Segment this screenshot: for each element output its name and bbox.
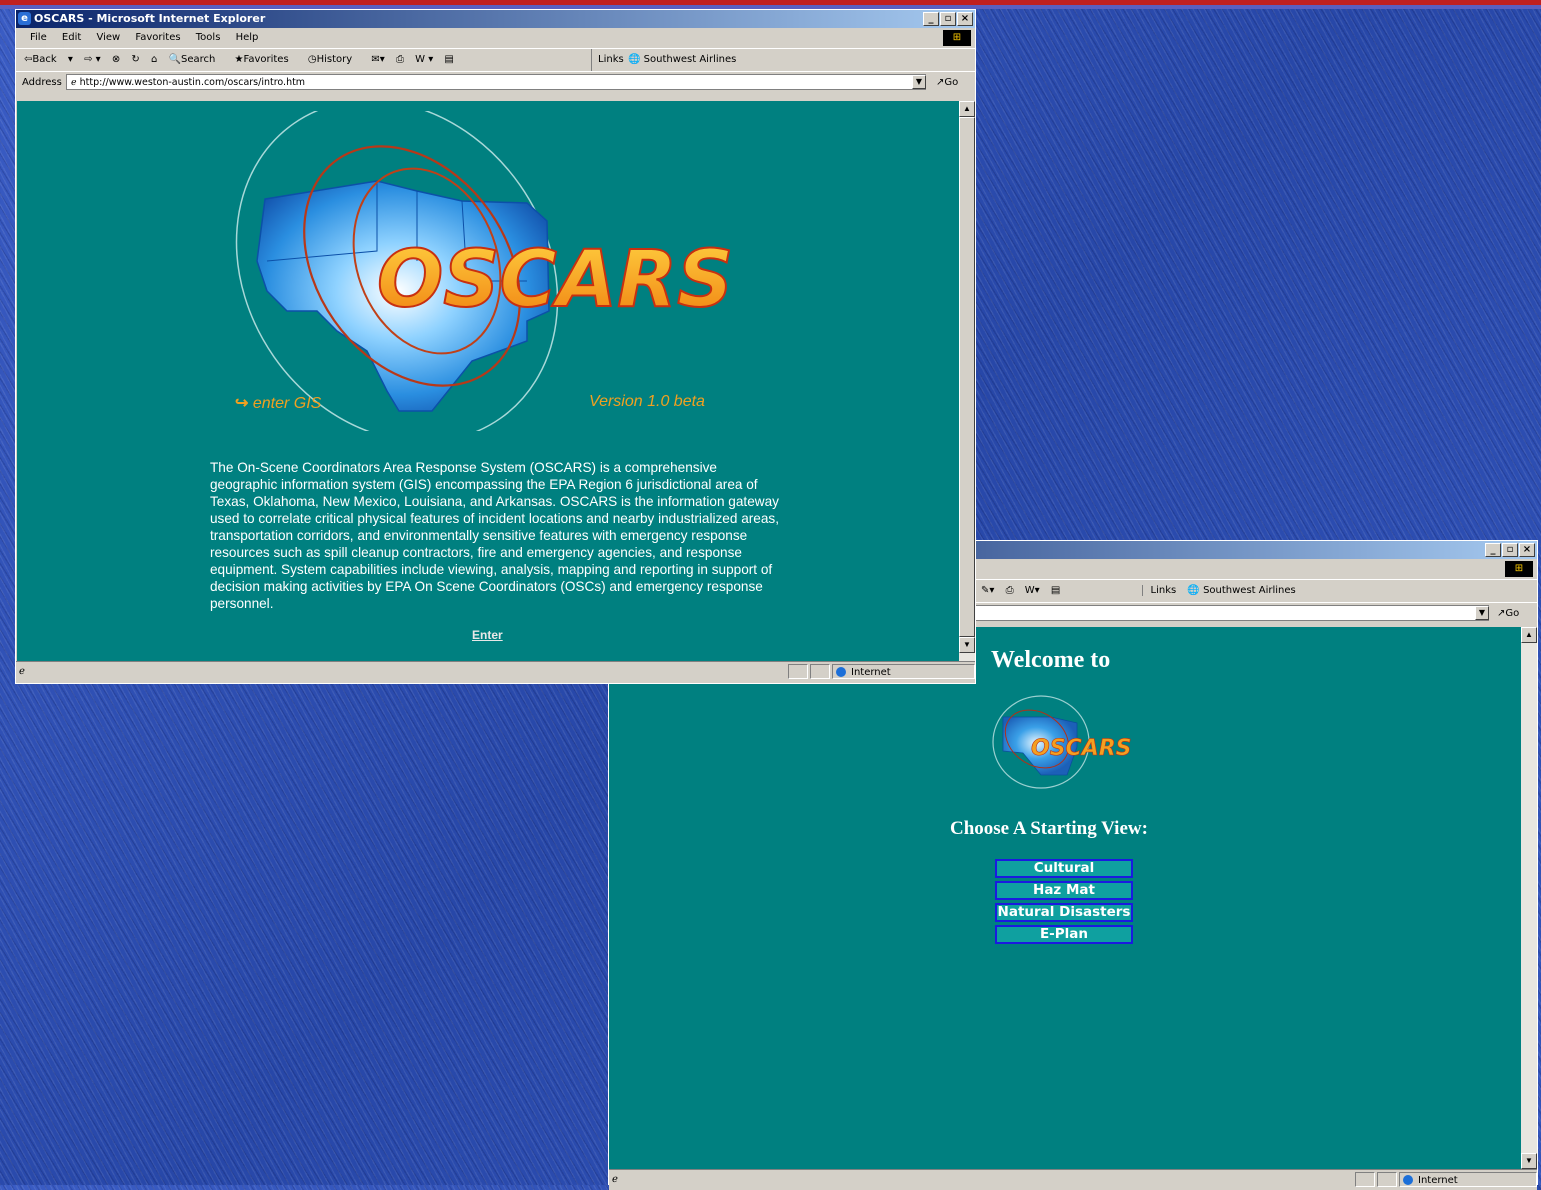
small-logo-text: OSCARS	[1031, 736, 1132, 761]
address-label: Address	[22, 77, 62, 88]
forward-button[interactable]: ⇨ ▾	[84, 54, 101, 65]
links-label: Links	[591, 49, 624, 71]
discuss-icon[interactable]: ▤	[444, 54, 453, 65]
globe-icon	[1403, 1175, 1413, 1185]
ie-icon: e	[18, 12, 31, 25]
view-button-natural-disasters[interactable]: Natural Disasters	[995, 903, 1133, 922]
description-text: The On-Scene Coordinators Area Response …	[210, 460, 779, 611]
oscars-logo: OSCARS	[235, 111, 734, 431]
maximize-button[interactable]: ▫	[1502, 543, 1518, 557]
search-label: Search	[180, 54, 216, 65]
window1-controls: _ ▫ ×	[922, 12, 973, 26]
window1-toolbar: ⇦Back ▾ ⇨ ▾ ⊗ ↻ ⌂ 🔍Search ★Favorites ◷Hi…	[16, 49, 975, 72]
favorites-button[interactable]: ★Favorites	[235, 54, 297, 65]
refresh-icon[interactable]: ↻	[131, 54, 139, 65]
status-cell	[788, 664, 808, 679]
browser-window-intro: e OSCARS - Microsoft Internet Explorer _…	[15, 9, 976, 684]
oscars-small-logo: OSCARS	[992, 695, 1132, 789]
window-title: OSCARS - Microsoft Internet Explorer	[34, 12, 266, 25]
close-button[interactable]: ×	[1519, 543, 1535, 557]
window1-menubar: File Edit View Favorites Tools Help ⊞	[16, 28, 975, 49]
status-zone-label: Internet	[851, 667, 891, 678]
scroll-thumb[interactable]	[959, 117, 975, 637]
menu-favorites[interactable]: Favorites	[135, 32, 180, 43]
back-label: Back	[32, 54, 57, 65]
window2-statusbar: ℯ Internet	[609, 1169, 1537, 1190]
southwest-link-label: Southwest Airlines	[643, 54, 737, 65]
address-dropdown-button[interactable]: ▼	[912, 75, 926, 89]
close-button[interactable]: ×	[957, 12, 973, 26]
window1-titlebar[interactable]: e OSCARS - Microsoft Internet Explorer _…	[16, 10, 975, 28]
view-button-cultural[interactable]: Cultural	[995, 859, 1133, 878]
windows-logo-icon: ⊞	[1505, 561, 1533, 577]
go-label: Go	[944, 77, 959, 88]
menu-tools[interactable]: Tools	[196, 32, 221, 43]
history-button[interactable]: ◷History	[308, 54, 360, 65]
scroll-up-button[interactable]: ▲	[959, 101, 975, 117]
minimize-button[interactable]: _	[923, 12, 939, 26]
enter-link[interactable]: Enter	[472, 628, 503, 642]
maximize-button[interactable]: ▫	[940, 12, 956, 26]
discuss-icon[interactable]: ▤	[1051, 585, 1060, 596]
links-label: Links	[1141, 585, 1177, 596]
arrow-right-icon: ↪	[235, 395, 253, 412]
word-icon[interactable]: W▾	[1025, 585, 1040, 596]
welcome-heading: Welcome to	[991, 647, 1111, 673]
stop-icon[interactable]: ⊗	[112, 54, 120, 65]
window1-content: OSCARS ↪ enter GIS Version 1.0 beta The …	[17, 101, 959, 661]
windows-logo-icon: ⊞	[943, 30, 971, 46]
home-icon[interactable]: ⌂	[151, 54, 157, 65]
favorites-label: Favorites	[243, 54, 289, 65]
view-button-e-plan[interactable]: E-Plan	[995, 925, 1133, 944]
scroll-down-button[interactable]: ▼	[959, 637, 975, 653]
enter-gis-label: enter GIS	[252, 395, 322, 412]
window1-scrollbar[interactable]: ▲ ▼	[959, 101, 975, 661]
go-button[interactable]: ↗Go	[1497, 603, 1519, 625]
back-button[interactable]: ⇦Back ▾	[24, 54, 73, 65]
menu-edit[interactable]: Edit	[62, 32, 81, 43]
scroll-up-button[interactable]: ▲	[1521, 627, 1537, 643]
status-zone: Internet	[832, 664, 975, 679]
address-input[interactable]: ℯ http://www.weston-austin.com/oscars/in…	[66, 74, 926, 90]
page-icon: ℯ	[19, 666, 25, 677]
edit-icon[interactable]: ✎▾	[981, 585, 994, 596]
enter-gis-link[interactable]: ↪ enter GIS	[235, 393, 321, 413]
window1-statusbar: ℯ Internet	[16, 661, 975, 682]
page-icon: ℯ	[71, 77, 80, 88]
scroll-down-button[interactable]: ▼	[1521, 1153, 1537, 1169]
window2-controls: _ ▫ ×	[1484, 543, 1535, 557]
oscars-logo-text: OSCARS	[377, 235, 733, 325]
southwest-link[interactable]: 🌐 Southwest Airlines	[1187, 585, 1303, 596]
minimize-button[interactable]: _	[1485, 543, 1501, 557]
version-label: Version 1.0 beta	[589, 393, 705, 410]
word-icon[interactable]: W ▾	[415, 54, 433, 65]
southwest-link-label: Southwest Airlines	[1203, 585, 1296, 596]
southwest-link[interactable]: 🌐 Southwest Airlines	[628, 49, 744, 71]
address-value: http://www.weston-austin.com/oscars/intr…	[79, 77, 306, 88]
status-zone-label: Internet	[1418, 1175, 1458, 1186]
print-icon[interactable]: ⎙	[396, 54, 404, 65]
go-button[interactable]: ↗Go	[936, 72, 958, 94]
history-label: History	[316, 54, 353, 65]
window1-addressbar: Address ℯ http://www.weston-austin.com/o…	[16, 72, 975, 94]
page-icon: ℯ	[612, 1174, 618, 1185]
view-button-haz-mat[interactable]: Haz Mat	[995, 881, 1133, 900]
window2-scrollbar[interactable]: ▲ ▼	[1521, 627, 1537, 1169]
menu-help[interactable]: Help	[236, 32, 259, 43]
window2-content: Welcome to OSCARS Choose A Starting View…	[609, 627, 1521, 1169]
globe-icon	[836, 667, 846, 677]
address-dropdown-button[interactable]: ▼	[1475, 606, 1489, 620]
print-icon[interactable]: ⎙	[1006, 585, 1014, 596]
menu-file[interactable]: File	[30, 32, 47, 43]
mail-icon[interactable]: ✉▾	[371, 54, 384, 65]
search-button[interactable]: 🔍Search	[169, 54, 224, 65]
choose-view-heading: Choose A Starting View:	[950, 818, 1148, 839]
status-cell	[810, 664, 830, 679]
go-label: Go	[1505, 608, 1520, 619]
menu-view[interactable]: View	[96, 32, 120, 43]
